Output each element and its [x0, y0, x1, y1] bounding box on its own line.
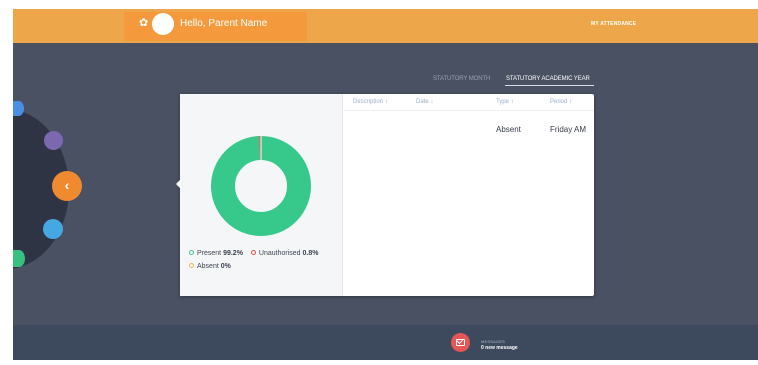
attendance-summary: Present 99.2% Unauthorised 0.8% Absent 0…: [180, 94, 343, 296]
wheel-dot-blue-top[interactable]: [13, 101, 24, 116]
legend-absent-label: Absent: [197, 263, 219, 270]
avatar[interactable]: [152, 13, 174, 35]
cell-type: Absent: [496, 125, 521, 134]
legend-present-value: 99.2%: [223, 250, 243, 257]
wheel-dot-purple[interactable]: [44, 131, 63, 150]
column-header-type[interactable]: Type ↕: [496, 99, 514, 105]
table-header: Description ↕ Date ↓ Type ↕ Period ↕: [344, 94, 594, 111]
cell-period: Friday AM: [550, 125, 587, 134]
wheel-dot-blue[interactable]: [43, 219, 63, 239]
attendance-app: ✿ Hello, Parent Name MY ATTENDANCE STATU…: [13, 9, 758, 360]
attendance-card: Present 99.2% Unauthorised 0.8% Absent 0…: [176, 94, 594, 296]
chart-legend: Present 99.2% Unauthorised 0.8% Absent 0…: [189, 249, 344, 276]
chevron-left-icon[interactable]: ‹: [52, 171, 82, 201]
messages-count[interactable]: 0 new message: [481, 345, 518, 351]
footer-bar: MESSAGES 0 new message: [13, 325, 758, 360]
wheel-dot-green[interactable]: [13, 250, 25, 267]
legend-absent: Absent 0%: [189, 262, 231, 270]
present-dot-icon: [189, 249, 194, 255]
absent-dot-icon: [189, 262, 194, 268]
unauthorised-dot-icon: [250, 249, 256, 255]
legend-unauthorised: Unauthorised 0.8%: [250, 249, 319, 257]
attendance-donut-chart: [211, 136, 311, 236]
tab-statutory-academic-year[interactable]: STATUTORY ACADEMIC YEAR: [506, 76, 590, 82]
tab-statutory-month[interactable]: STATUTORY MONTH: [433, 76, 490, 82]
legend-row: Absent 0%: [189, 262, 344, 276]
envelope-icon[interactable]: [451, 333, 470, 352]
column-header-description[interactable]: Description ↕: [353, 99, 388, 105]
legend-present: Present 99.2%: [189, 249, 243, 257]
active-tab-indicator: [505, 85, 594, 86]
top-bar: ✿ Hello, Parent Name MY ATTENDANCE: [13, 9, 758, 43]
legend-unauthorised-label: Unauthorised: [258, 250, 301, 257]
legend-unauthorised-value: 0.8%: [302, 250, 319, 257]
legend-present-label: Present: [197, 250, 222, 257]
page-title: MY ATTENDANCE: [591, 21, 637, 27]
column-header-period[interactable]: Period ↕: [550, 99, 572, 105]
legend-absent-value: 0%: [220, 263, 231, 270]
greeting-text: Hello, Parent Name: [180, 18, 268, 29]
gear-icon[interactable]: ✿: [139, 16, 148, 30]
attendance-table: Description ↕ Date ↓ Type ↕ Period ↕ Abs…: [344, 94, 594, 296]
messages-heading: MESSAGES: [481, 339, 506, 344]
column-header-date[interactable]: Date ↓: [416, 99, 433, 105]
legend-row: Present 99.2% Unauthorised 0.8%: [189, 249, 344, 263]
